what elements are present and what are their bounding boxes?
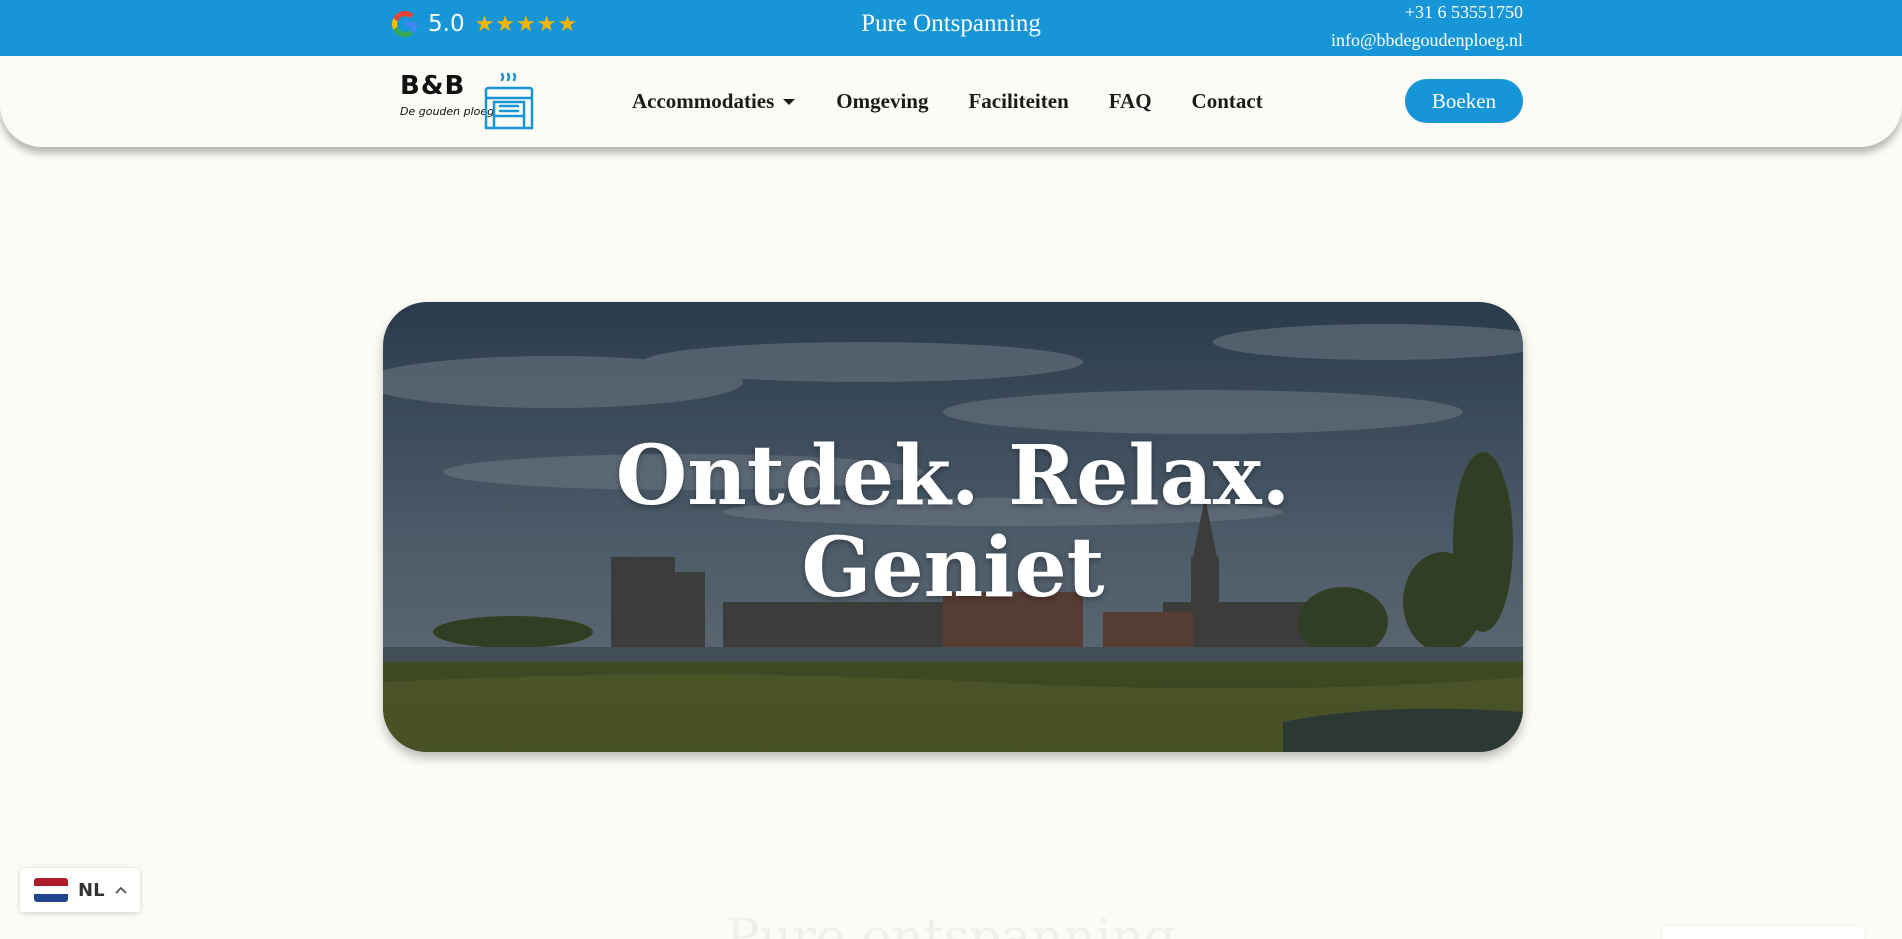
nav-item-label: Accommodaties: [632, 89, 775, 113]
google-icon: [392, 11, 418, 37]
chevron-up-icon: [114, 886, 127, 894]
book-button[interactable]: Boeken: [1405, 79, 1523, 123]
chevron-down-icon: [783, 98, 796, 105]
logo-title: B&B: [400, 71, 466, 101]
hero-title: Ontdek. Relax. Geniet: [383, 430, 1523, 614]
contact-info: +31 6 53551750 info@bbdegoudenploeg.nl: [1331, 0, 1523, 54]
nav-item-label: FAQ: [1108, 89, 1152, 113]
hero-banner: Ontdek. Relax. Geniet: [383, 302, 1523, 752]
email-link[interactable]: info@bbdegoudenploeg.nl: [1331, 26, 1523, 54]
nav-item-omgeving[interactable]: Omgeving: [836, 89, 928, 114]
hero-title-line-2: Geniet: [801, 520, 1105, 616]
section-heading: Pure ontspanning: [726, 908, 1176, 939]
nav-item-accommodaties[interactable]: Accommodaties: [632, 89, 796, 114]
nav-item-contact[interactable]: Contact: [1192, 89, 1263, 114]
language-switcher[interactable]: NL: [20, 868, 140, 912]
google-rating[interactable]: 5.0 ★★★★★: [392, 8, 578, 40]
nav-item-label: Contact: [1191, 89, 1263, 113]
hero-title-line-1: Ontdek. Relax.: [615, 428, 1291, 524]
main-nav: Accommodaties Omgeving Faciliteiten FAQ …: [632, 56, 1303, 147]
star-rating-icon: ★★★★★: [474, 11, 579, 37]
tagline: Pure Ontspanning: [861, 10, 1041, 37]
site-logo[interactable]: B&B De gouden ploeg: [400, 71, 538, 133]
nav-item-faq[interactable]: FAQ: [1109, 89, 1152, 114]
main-header: B&B De gouden ploeg Accommodaties Omgevi…: [0, 56, 1902, 147]
language-code: NL: [78, 879, 105, 901]
netherlands-flag-icon: [34, 878, 68, 902]
nav-item-faciliteiten[interactable]: Faciliteiten: [968, 89, 1068, 114]
top-bar: 5.0 ★★★★★ Pure Ontspanning +31 6 5355175…: [0, 0, 1902, 56]
phone-link[interactable]: +31 6 53551750: [1331, 0, 1523, 26]
chat-widget[interactable]: [1662, 926, 1864, 939]
plow-icon: [484, 72, 534, 130]
nav-item-label: Omgeving: [836, 89, 929, 113]
nav-item-label: Faciliteiten: [968, 89, 1069, 113]
rating-score: 5.0: [428, 11, 465, 37]
